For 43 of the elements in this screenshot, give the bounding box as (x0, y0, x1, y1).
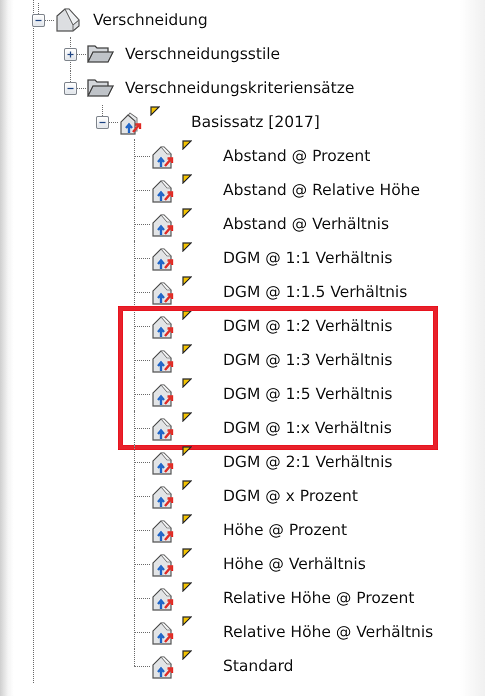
tree-item-label[interactable]: Relative Höhe @ Prozent (222, 587, 416, 609)
tree-item-label[interactable]: Höhe @ Verhältnis (222, 553, 367, 575)
corner-flag-icon (182, 446, 192, 456)
expand-button[interactable] (64, 48, 77, 61)
tree-item-label[interactable]: Verschneidung (92, 9, 209, 31)
corner-flag-icon (182, 548, 192, 558)
plus-icon (66, 50, 75, 59)
tree-item-label[interactable]: Basissatz [2017] (190, 111, 321, 133)
corner-flag-icon (182, 616, 192, 626)
corner-flag-icon (182, 344, 192, 354)
tree-item-label[interactable]: DGM @ 1:x Verhältnis (222, 417, 393, 439)
corner-flag-icon (182, 582, 192, 592)
tree-item-label[interactable]: Abstand @ Relative Höhe (222, 179, 422, 201)
corner-flag-icon (182, 480, 192, 490)
tree-item-label[interactable]: Abstand @ Verhältnis (222, 213, 390, 235)
tree-item-label[interactable]: Relative Höhe @ Verhältnis (222, 621, 434, 643)
corner-flag-icon (182, 514, 192, 524)
collapse-button[interactable] (96, 116, 109, 129)
tree-item-label[interactable]: Höhe @ Prozent (222, 519, 348, 541)
corner-flag-icon (150, 106, 160, 116)
collapse-button[interactable] (64, 82, 77, 95)
corner-flag-icon (182, 276, 192, 286)
tree-item-label[interactable]: Verschneidungsstile (124, 43, 282, 65)
tree-item-label[interactable]: DGM @ 1:3 Verhältnis (222, 349, 394, 371)
corner-flag-icon (182, 208, 192, 218)
tree-item-label[interactable]: Abstand @ Prozent (222, 145, 372, 167)
tree-item-label[interactable]: DGM @ 1:1 Verhältnis (222, 247, 394, 269)
corner-flag-icon (182, 174, 192, 184)
collapse-button[interactable] (32, 14, 45, 27)
tree-item-label[interactable]: DGM @ x Prozent (222, 485, 359, 507)
box-icon (54, 7, 82, 33)
corner-flag-icon (182, 310, 192, 320)
corner-flag-icon (182, 650, 192, 660)
tree-item-label[interactable]: DGM @ 1:2 Verhältnis (222, 315, 394, 337)
corner-flag-icon (182, 140, 192, 150)
corner-flag-icon (182, 378, 192, 388)
tree-item-label[interactable]: DGM @ 1:1.5 Verhältnis (222, 281, 408, 303)
tree-item-label[interactable]: DGM @ 2:1 Verhältnis (222, 451, 394, 473)
tree-item-label[interactable]: Standard (222, 655, 295, 677)
tree-item-label[interactable]: DGM @ 1:5 Verhältnis (222, 383, 394, 405)
corner-flag-icon (182, 412, 192, 422)
tree-item-label[interactable]: Verschneidungskriteriensätze (124, 77, 356, 99)
corner-flag-icon (182, 242, 192, 252)
